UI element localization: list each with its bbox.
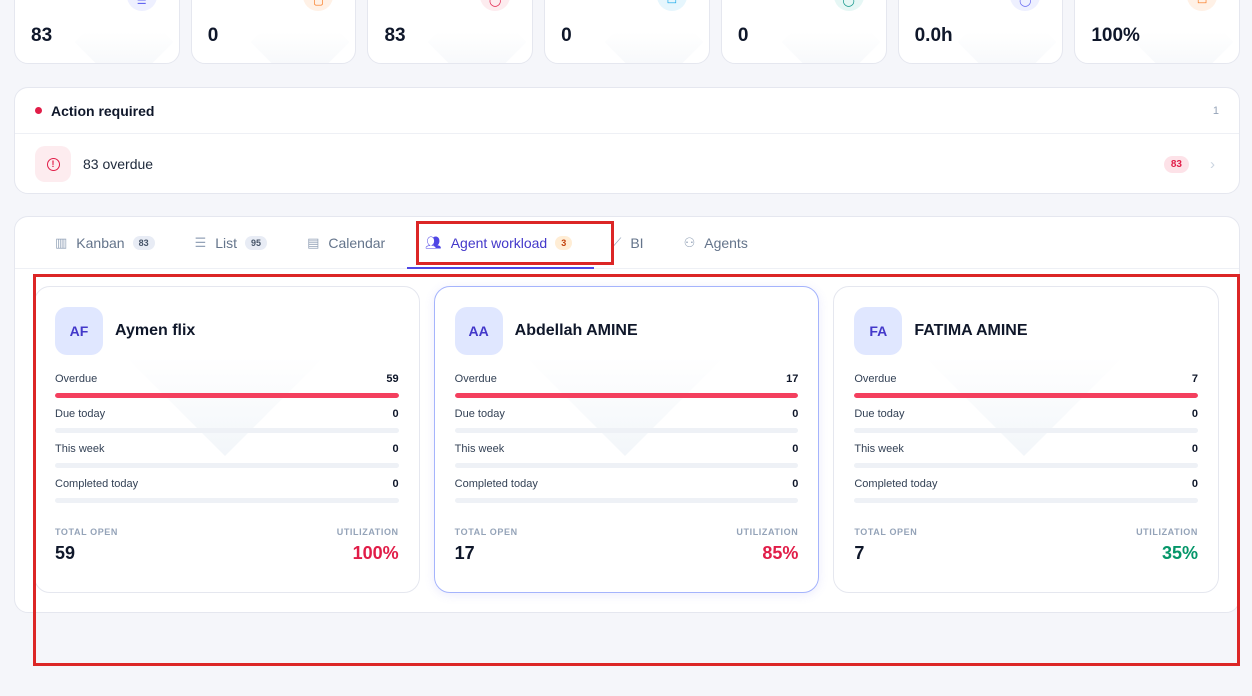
- stat-card[interactable]: ▭ 0: [544, 0, 710, 64]
- progress-bar: [854, 463, 1199, 468]
- metric-due-today: Due today 0: [55, 408, 399, 433]
- action-item-overdue[interactable]: ! 83 overdue 83 ›: [15, 134, 1239, 194]
- stat-value: 100%: [1091, 25, 1140, 46]
- metric-due-today: Due today 0: [454, 408, 799, 433]
- metric-overdue: Overdue 17: [454, 373, 799, 398]
- metric-this-week: This week 0: [854, 443, 1199, 468]
- utilization-value: 100%: [352, 543, 399, 563]
- agent-card[interactable]: AA Abdellah AMINE Overdue 17 Due today 0 T…: [433, 286, 820, 593]
- stats-row: ☰ 83 ▢ 0 ◯ 83 ▭ 0 ◯ 0 ◯ 0.0h ▭ 100%: [14, 0, 1241, 64]
- alert-icon: !: [35, 146, 71, 182]
- progress-bar: [55, 463, 399, 468]
- stat-card[interactable]: ◯ 83: [367, 0, 534, 64]
- metric-due-today: Due today 0: [854, 408, 1199, 433]
- tab-bi[interactable]: ⟋ BI: [612, 217, 643, 268]
- total-open-value: 17: [454, 543, 475, 563]
- stat-card[interactable]: ▭ 100%: [1074, 0, 1241, 64]
- agent-name: Abdellah AMINE: [514, 322, 638, 339]
- tab-count: 95: [245, 235, 268, 250]
- progress-bar: [55, 498, 399, 503]
- metric-completed-today: Completed today 0: [854, 478, 1199, 503]
- action-required-count: 1: [1212, 104, 1219, 117]
- utilization-label: UTILIZATION: [336, 527, 399, 537]
- stat-value: 0.0h: [914, 25, 953, 46]
- tab-agents[interactable]: ⚇ Agents: [684, 217, 748, 268]
- metric-overdue: Overdue 59: [55, 373, 399, 398]
- total-open-label: TOTAL OPEN: [854, 527, 918, 537]
- agent-name: FATIMA AMINE: [914, 322, 1028, 339]
- progress-bar: [854, 498, 1199, 503]
- utilization-label: UTILIZATION: [736, 527, 799, 537]
- tab-kanban[interactable]: ▥ Kanban 83: [55, 217, 155, 268]
- total-open-label: TOTAL OPEN: [454, 527, 518, 537]
- progress-bar: [454, 498, 799, 503]
- tab-count: 3: [555, 235, 573, 250]
- metric-completed-today: Completed today 0: [454, 478, 799, 503]
- line-chart-icon: ⟋: [612, 234, 622, 250]
- calendar-icon: ▤: [307, 234, 320, 250]
- metric-completed-today: Completed today 0: [55, 478, 399, 503]
- status-dot: [35, 107, 42, 114]
- view-tabs: ▥ Kanban 83 ☰ List 95 ▤ Calendar 👥︎ Agen…: [15, 217, 1239, 269]
- stat-value: 0: [207, 25, 219, 46]
- total-open-value: 59: [55, 543, 76, 563]
- kanban-icon: ▥: [55, 234, 68, 250]
- stat-value: 0: [561, 25, 572, 46]
- stat-card[interactable]: ☰ 83: [14, 0, 180, 64]
- users-icon: 👥︎: [425, 234, 442, 250]
- avatar: FA: [854, 307, 903, 355]
- chevron-right-icon: ›: [1210, 155, 1215, 173]
- stat-card[interactable]: ◯ 0: [720, 0, 887, 64]
- avatar: AF: [55, 307, 103, 355]
- agent-card[interactable]: FA FATIMA AMINE Overdue 7 Due today 0 This…: [833, 286, 1220, 593]
- action-required-panel: Action required 1 ! 83 overdue 83 ›: [14, 87, 1240, 194]
- stat-value: 0: [737, 25, 749, 46]
- tab-agent-workload[interactable]: 👥︎ Agent workload 3: [407, 217, 595, 269]
- stat-value: 83: [384, 25, 406, 46]
- utilization-label: UTILIZATION: [1136, 527, 1199, 537]
- avatar: AA: [454, 307, 503, 355]
- progress-bar: [854, 428, 1199, 433]
- progress-bar: [454, 428, 799, 433]
- agent-cards: AF Aymen flix Overdue 59 Due today 0 This …: [34, 286, 1220, 593]
- action-required-header: Action required 1: [15, 88, 1239, 134]
- progress-bar: [454, 393, 799, 398]
- action-item-badge: 83: [1163, 155, 1189, 173]
- stat-value: 83: [31, 25, 53, 46]
- action-required-title: Action required: [51, 102, 155, 119]
- progress-bar: [55, 393, 399, 398]
- tab-list[interactable]: ☰ List 95: [194, 217, 268, 268]
- total-open-value: 7: [854, 543, 865, 563]
- metric-this-week: This week 0: [55, 443, 399, 468]
- agent-name: Aymen flix: [115, 322, 196, 339]
- stat-card[interactable]: ◯ 0.0h: [897, 0, 1064, 64]
- total-open-label: TOTAL OPEN: [55, 527, 119, 537]
- action-item-text: 83 overdue: [83, 156, 154, 172]
- stat-card[interactable]: ▢ 0: [190, 0, 357, 64]
- user-icon: ⚇: [683, 234, 696, 250]
- agent-card[interactable]: AF Aymen flix Overdue 59 Due today 0 This …: [34, 286, 420, 593]
- list-icon: ☰: [194, 234, 207, 250]
- progress-bar: [854, 393, 1199, 398]
- metric-this-week: This week 0: [454, 443, 799, 468]
- progress-bar: [55, 428, 399, 433]
- tab-count: 83: [132, 235, 155, 250]
- metric-overdue: Overdue 7: [854, 373, 1199, 398]
- progress-bar: [454, 463, 799, 468]
- utilization-value: 35%: [1161, 543, 1199, 563]
- utilization-value: 85%: [762, 543, 799, 563]
- tab-calendar[interactable]: ▤ Calendar: [307, 217, 385, 268]
